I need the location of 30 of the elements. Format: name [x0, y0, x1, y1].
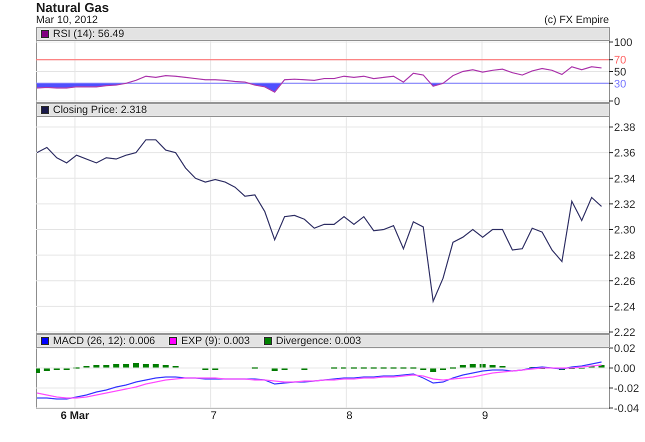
axis-label: 100 — [614, 37, 632, 49]
axis-label: 7 — [210, 410, 217, 422]
axis-label: 2.24 — [614, 301, 636, 314]
axis-label: 2.26 — [614, 276, 636, 288]
legend-label: EXP (9): 0.003 — [181, 336, 250, 346]
legend-label: MACD (26, 12): 0.006 — [53, 336, 156, 346]
axis-label: 2.30 — [614, 224, 636, 236]
axis-label: 0 — [614, 96, 620, 108]
axis-label: 6 Mar — [60, 410, 90, 422]
copyright-label: (c) FX Empire — [544, 15, 609, 26]
axis-label: 2.28 — [614, 250, 636, 262]
legend-label: RSI (14): 56.49 — [53, 28, 124, 40]
legend-label: Closing Price: 2.318 — [53, 104, 147, 116]
axis-label: 2.22 — [614, 327, 636, 339]
chart-title: Natural Gas — [36, 1, 109, 14]
axis-label: 30 — [614, 78, 626, 90]
axis-label: 8 — [346, 410, 352, 422]
axis-label: 2.38 — [614, 122, 636, 134]
axis-label: 2.32 — [614, 198, 636, 211]
axis-label: -0.04 — [614, 403, 640, 415]
legend-label: Divergence: 0.003 — [276, 336, 362, 346]
axis-label: -0.02 — [614, 383, 640, 395]
axis-label: 9 — [482, 410, 488, 422]
axis-label: 70 — [614, 54, 626, 67]
date-label: Mar 10, 2012 — [36, 15, 98, 26]
axis-label: 0.02 — [614, 343, 636, 355]
axis-label: 50 — [614, 66, 626, 78]
axis-label: 2.34 — [614, 173, 636, 186]
axis-label: 0.00 — [614, 363, 636, 375]
axis-label: 2.36 — [614, 148, 636, 160]
